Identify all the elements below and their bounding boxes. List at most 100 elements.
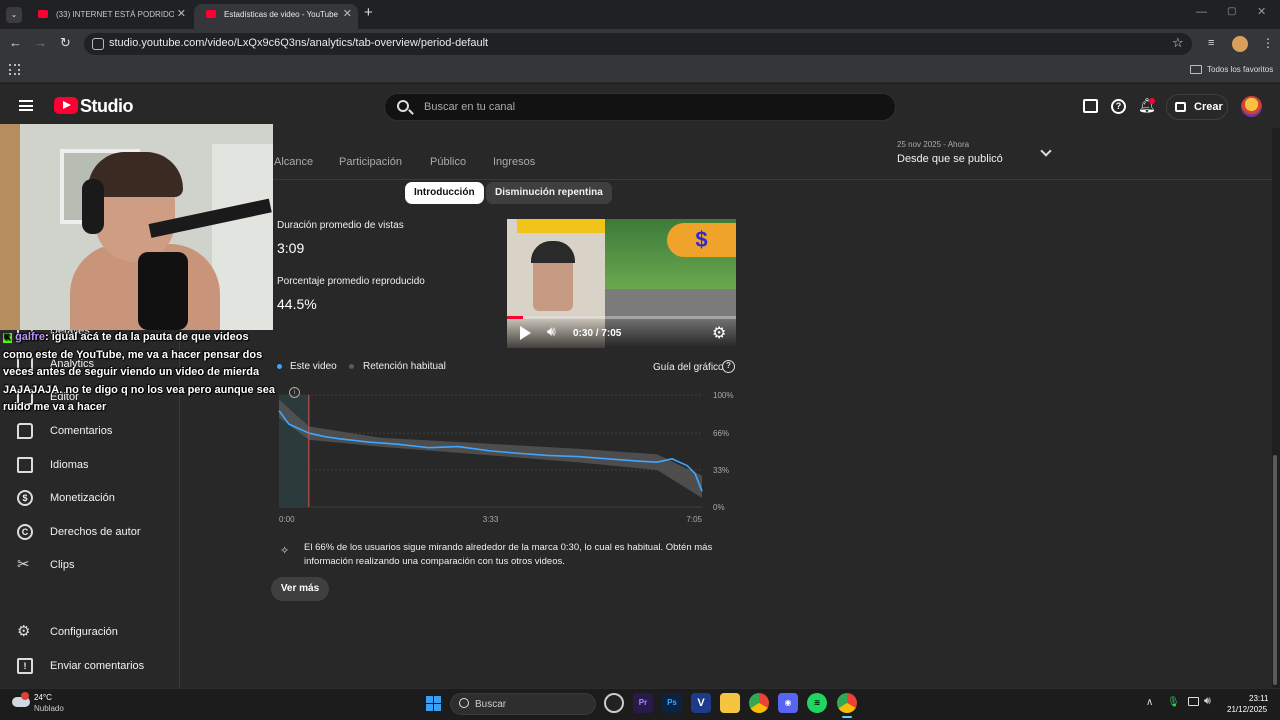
- browser-tab-youtube[interactable]: (33) INTERNET ESTÁ PODRIDO - YouTube ✕: [26, 4, 192, 29]
- bookmarks-bar: Todos los favoritos: [0, 59, 1280, 83]
- nav-label: Configuración: [50, 626, 118, 638]
- video-camera-icon: [1175, 102, 1186, 112]
- tab-audience[interactable]: Público: [430, 156, 466, 168]
- dollar-icon: $: [17, 490, 33, 506]
- create-button[interactable]: Crear: [1166, 94, 1228, 120]
- browser-tab-studio[interactable]: Estadísticas de video - YouTube Studio ✕: [194, 4, 358, 29]
- channel-search-input[interactable]: Buscar en tu canal: [384, 93, 896, 121]
- tab-search-button[interactable]: ⌄: [6, 7, 22, 23]
- nav-clips[interactable]: ✂ Clips: [0, 550, 180, 580]
- nav-copyright[interactable]: C Derechos de autor: [0, 517, 180, 547]
- back-icon[interactable]: ←: [9, 35, 22, 50]
- tab-engagement[interactable]: Participación: [339, 156, 402, 168]
- obs-app-icon[interactable]: [604, 693, 624, 713]
- microphone-tray-icon[interactable]: 🎙︎: [1167, 697, 1180, 708]
- nav-label: Clips: [50, 559, 75, 571]
- chip-introduction[interactable]: Introducción: [405, 182, 484, 204]
- y-tick-label: 66%: [713, 429, 729, 438]
- volume-tray-icon[interactable]: 🔊︎: [1204, 695, 1211, 708]
- nav-label: Monetización: [50, 492, 115, 504]
- profile-avatar[interactable]: [1232, 36, 1248, 52]
- x-tick-label: 3:33: [483, 515, 499, 524]
- weather-widget[interactable]: 24°C Nublado: [10, 692, 90, 716]
- copyright-icon: C: [17, 524, 33, 540]
- help-icon[interactable]: ?: [1111, 99, 1126, 114]
- minimize-window-button[interactable]: —: [1196, 6, 1207, 18]
- browser-menu-icon[interactable]: ⋮: [1262, 36, 1274, 50]
- channel-avatar[interactable]: [1241, 96, 1262, 117]
- chrome-app-icon[interactable]: [749, 693, 769, 713]
- bookmark-star-icon[interactable]: ☆: [1172, 35, 1184, 51]
- studio-logo-text: Studio: [80, 96, 134, 116]
- chart-guide-help-icon[interactable]: ?: [722, 360, 735, 373]
- chart-guide-link[interactable]: Guía del gráfico: [653, 362, 724, 373]
- nav-settings[interactable]: ⚙ Configuración: [0, 617, 180, 647]
- media-control-icon[interactable]: ≡: [1208, 37, 1214, 49]
- network-icon[interactable]: [1188, 697, 1199, 706]
- youtube-logo-icon[interactable]: [54, 97, 78, 114]
- nav-label: Enviar comentarios: [50, 660, 145, 672]
- chip-sudden-drop[interactable]: Disminución repentina: [486, 182, 612, 204]
- chart-info-icon[interactable]: i: [289, 387, 300, 398]
- player-progress-fill: [507, 316, 524, 319]
- y-tick-label: 33%: [713, 466, 729, 475]
- close-tab-icon[interactable]: ✕: [177, 4, 186, 25]
- photoshop-app-icon[interactable]: Ps: [662, 693, 682, 713]
- premiere-app-icon[interactable]: Pr: [633, 693, 653, 713]
- video-preview-player[interactable]: $ 🔊︎ 0:30 / 7:05 ⚙: [507, 219, 736, 348]
- maximize-window-button[interactable]: ▢: [1227, 6, 1236, 17]
- player-settings-icon[interactable]: ⚙: [712, 323, 726, 343]
- weather-temp: 24°C: [34, 693, 52, 702]
- taskbar-search-label: Buscar: [475, 699, 507, 710]
- discord-app-icon[interactable]: ◉: [778, 693, 798, 713]
- feedback-bubble-icon[interactable]: [1083, 99, 1098, 113]
- apps-grid-icon[interactable]: [9, 64, 20, 75]
- avg-view-duration-value: 3:09: [277, 240, 305, 256]
- active-app-indicator: [842, 716, 852, 718]
- tabs-divider: [180, 179, 1272, 180]
- clock-date[interactable]: 21/12/2025: [1227, 705, 1267, 714]
- see-more-button[interactable]: Ver más: [271, 577, 329, 601]
- vegas-app-icon[interactable]: V: [691, 693, 711, 713]
- youtube-favicon-icon: [206, 10, 216, 18]
- nav-send-feedback[interactable]: ! Enviar comentarios: [0, 651, 180, 681]
- player-progress-track[interactable]: [507, 316, 736, 319]
- tray-overflow-icon[interactable]: ∧: [1146, 697, 1153, 708]
- comment-icon: [17, 423, 33, 439]
- scissors-icon: ✂: [17, 556, 30, 573]
- nav-monetization[interactable]: $ Monetización: [0, 483, 180, 513]
- subtitles-icon: [17, 457, 33, 473]
- headphones: [82, 179, 104, 234]
- url-text: studio.youtube.com/video/LxQx9c6Q3ns/ana…: [109, 37, 489, 49]
- avg-percent-label: Porcentaje promedio reproducido: [277, 276, 425, 287]
- nav-comments[interactable]: Comentarios: [0, 416, 180, 446]
- spotify-app-icon[interactable]: ≋: [807, 693, 827, 713]
- play-icon[interactable]: [520, 326, 531, 340]
- retention-chart[interactable]: 100% 66% 33% 0% 0:00 3:33 7:05: [270, 384, 740, 526]
- page-scrollbar[interactable]: [1273, 455, 1277, 685]
- close-window-button[interactable]: ✕: [1257, 5, 1266, 18]
- site-info-icon[interactable]: [92, 38, 104, 50]
- create-label: Crear: [1194, 101, 1223, 113]
- hamburger-menu-icon[interactable]: [19, 100, 33, 111]
- all-bookmarks-link[interactable]: Todos los favoritos: [1207, 65, 1273, 74]
- file-explorer-icon[interactable]: [720, 693, 740, 713]
- close-tab-icon[interactable]: ✕: [343, 4, 352, 25]
- forward-icon[interactable]: →: [34, 35, 47, 50]
- address-bar[interactable]: studio.youtube.com/video/LxQx9c6Q3ns/ana…: [84, 33, 1192, 55]
- see-more-label: Ver más: [280, 583, 320, 594]
- reload-icon[interactable]: ↻: [60, 35, 71, 51]
- tab-reach[interactable]: Alcance: [274, 156, 313, 168]
- tab-revenue[interactable]: Ingresos: [493, 156, 535, 168]
- taskbar-search[interactable]: Buscar: [450, 693, 596, 715]
- volume-icon[interactable]: 🔊︎: [547, 323, 556, 340]
- chrome-active-app-icon[interactable]: [837, 693, 857, 713]
- windows-start-icon[interactable]: [426, 696, 441, 711]
- nav-languages[interactable]: Idiomas: [0, 450, 180, 480]
- nav-label: Idiomas: [50, 459, 89, 471]
- x-tick-label: 0:00: [279, 515, 295, 524]
- period-selector[interactable]: 25 nov 2025 - Ahora Desde que se publicó: [897, 139, 1057, 171]
- new-tab-button[interactable]: +: [364, 4, 373, 21]
- clock-time[interactable]: 23:11: [1249, 694, 1268, 703]
- tab-title: (33) INTERNET ESTÁ PODRIDO - YouTube: [56, 10, 174, 19]
